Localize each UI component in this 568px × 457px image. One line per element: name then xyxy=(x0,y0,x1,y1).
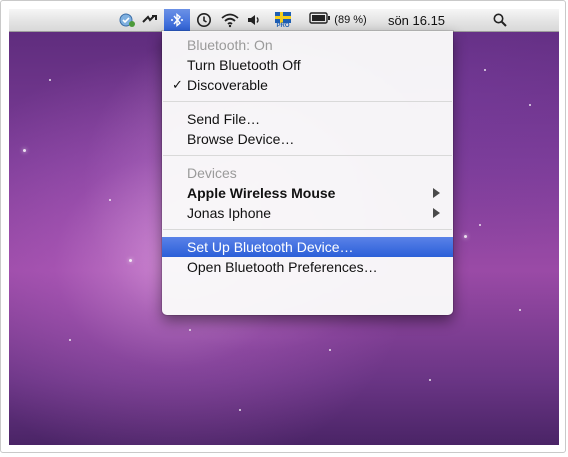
flag-badge-label: PRO xyxy=(276,22,290,29)
battery-icon xyxy=(309,11,331,29)
clock-text: sön 16.15 xyxy=(387,12,446,28)
checkmark-icon: ✓ xyxy=(172,77,183,92)
menu-item-send-file[interactable]: Send File… xyxy=(162,109,453,129)
desktop-sparkle xyxy=(189,329,191,331)
desktop-sparkle xyxy=(49,79,51,81)
desktop-sparkle xyxy=(329,349,331,351)
desktop-sparkle xyxy=(429,379,431,381)
time-machine-icon[interactable] xyxy=(116,9,138,31)
desktop-sparkle xyxy=(519,309,521,311)
bluetooth-menu: Bluetooth: On Turn Bluetooth Off ✓ Disco… xyxy=(162,31,453,315)
menu-item-open-bluetooth-preferences[interactable]: Open Bluetooth Preferences… xyxy=(162,257,453,277)
devices-header-label: Devices xyxy=(187,165,237,181)
desktop-sparkle xyxy=(109,199,111,201)
desktop-sparkle xyxy=(129,259,132,262)
set-up-label: Set Up Bluetooth Device… xyxy=(187,239,354,255)
swedish-flag-input-icon[interactable]: PRO xyxy=(272,9,294,31)
menu-separator xyxy=(163,101,452,102)
send-file-label: Send File… xyxy=(187,111,261,127)
desktop-sparkle xyxy=(239,409,241,411)
desktop-sparkle xyxy=(23,149,26,152)
menu-item-devices-header: Devices xyxy=(162,163,453,183)
device-name-label: Apple Wireless Mouse xyxy=(187,185,336,201)
menu-item-turn-bluetooth-off[interactable]: Turn Bluetooth Off xyxy=(162,55,453,75)
menu-item-browse-device[interactable]: Browse Device… xyxy=(162,129,453,149)
menu-bar: PRO (89 %) sön 16.15 xyxy=(9,9,559,32)
submenu-arrow-icon xyxy=(433,188,440,198)
device-name-label: Jonas Iphone xyxy=(187,205,272,221)
battery-percent: (89 %) xyxy=(334,14,367,26)
screenshot-frame: PRO (89 %) sön 16.15 Bluetooth: On Turn … xyxy=(0,0,566,453)
open-prefs-label: Open Bluetooth Preferences… xyxy=(187,259,378,275)
menu-item-device-apple-wireless-mouse[interactable]: Apple Wireless Mouse xyxy=(162,183,453,203)
discoverable-label: Discoverable xyxy=(187,77,268,93)
menu-item-device-jonas-iphone[interactable]: Jonas Iphone xyxy=(162,203,453,223)
spotlight-icon[interactable] xyxy=(489,9,511,31)
menu-item-discoverable[interactable]: ✓ Discoverable xyxy=(162,75,453,95)
sync-icon[interactable] xyxy=(140,9,162,31)
menu-item-bluetooth-status: Bluetooth: On xyxy=(162,35,453,55)
desktop-sparkle xyxy=(484,69,486,71)
wifi-icon[interactable] xyxy=(218,9,242,31)
menubar-clock[interactable]: sön 16.15 xyxy=(379,9,454,31)
clock-icon[interactable] xyxy=(193,9,215,31)
bluetooth-icon[interactable] xyxy=(164,9,190,31)
turn-off-label: Turn Bluetooth Off xyxy=(187,57,301,73)
desktop-sparkle xyxy=(464,235,467,238)
battery-indicator[interactable]: (89 %) xyxy=(302,9,374,31)
volume-icon[interactable] xyxy=(244,9,266,31)
submenu-arrow-icon xyxy=(433,208,440,218)
menu-separator xyxy=(163,229,452,230)
desktop-background: PRO (89 %) sön 16.15 Bluetooth: On Turn … xyxy=(9,9,559,445)
desktop-sparkle xyxy=(69,339,71,341)
menu-item-set-up-bluetooth-device[interactable]: Set Up Bluetooth Device… xyxy=(162,237,453,257)
bluetooth-status-label: Bluetooth: On xyxy=(187,37,273,53)
browse-device-label: Browse Device… xyxy=(187,131,295,147)
menu-separator xyxy=(163,155,452,156)
desktop-sparkle xyxy=(529,104,531,106)
desktop-sparkle xyxy=(479,224,481,226)
